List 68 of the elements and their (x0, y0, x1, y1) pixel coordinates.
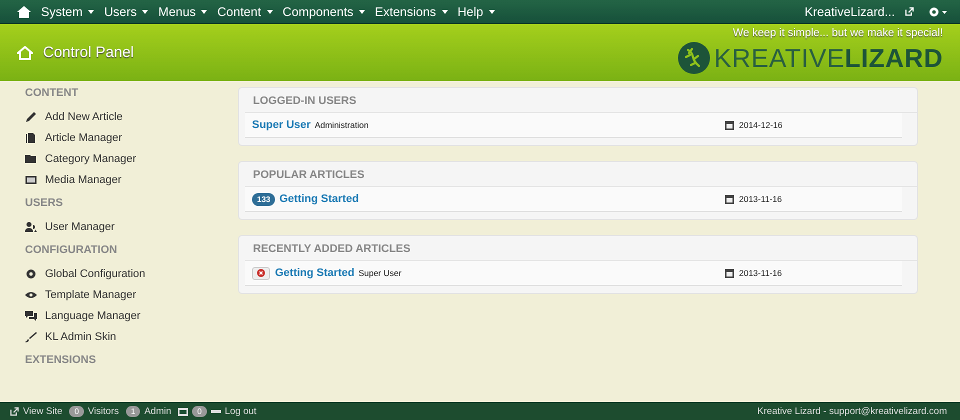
item-link[interactable]: Super User (252, 119, 311, 131)
sidebar-link[interactable]: User Manager (25, 216, 238, 237)
item-link[interactable]: Getting Started (275, 267, 354, 279)
folder-icon (25, 152, 37, 164)
sidebar-link[interactable]: Add New Article (25, 106, 238, 127)
contact-text: Kreative Lizard - support@kreativelizard.com (757, 406, 947, 417)
menu-item[interactable]: Content (217, 4, 273, 18)
item-note: Administration (314, 120, 369, 130)
external-link-icon (905, 7, 914, 16)
home-icon[interactable] (17, 6, 31, 18)
sidebar-link[interactable]: Language Manager (25, 305, 238, 326)
brush-icon (25, 330, 37, 342)
visitors-label: Visitors (88, 406, 119, 417)
envelope-icon[interactable] (178, 408, 188, 416)
sidebar-link[interactable]: Media Manager (25, 169, 238, 190)
menu-item[interactable]: Help (458, 4, 495, 18)
item-link[interactable]: Getting Started (279, 193, 359, 205)
menu-item[interactable]: Users (104, 4, 148, 18)
home-outline-icon (17, 46, 33, 60)
caret-icon (442, 10, 448, 14)
settings-icon[interactable] (928, 6, 948, 18)
close-icon (257, 269, 265, 277)
pages-icon (25, 132, 37, 144)
caret-icon (358, 10, 365, 14)
page-title: Control Panel (43, 44, 134, 61)
sidebar-link[interactable]: Template Manager (25, 284, 238, 305)
caret-icon (488, 10, 495, 14)
unpublished-toggle[interactable] (252, 266, 270, 280)
logout-link[interactable]: Log out (224, 406, 256, 417)
logo-text: KREATIVELIZARD (714, 43, 943, 73)
item-note: Super User (358, 268, 402, 278)
user-icon (25, 220, 37, 232)
sidebar-link[interactable]: KL Admin Skin (25, 326, 238, 347)
view-site-link[interactable]: View Site (23, 406, 62, 417)
menu-item[interactable]: Components (282, 4, 365, 18)
item-date: 2013-11-16 (739, 268, 782, 278)
caret-icon (201, 10, 208, 14)
admin-label: Admin (144, 406, 172, 417)
sidebar-link[interactable]: Category Manager (25, 148, 238, 169)
hits-badge: 133 (252, 192, 276, 206)
item-date: 2013-11-16 (739, 194, 782, 204)
calendar-icon (725, 194, 734, 204)
minus-icon (210, 410, 221, 413)
lizard-logo-icon (678, 42, 710, 74)
caret-icon (142, 10, 148, 14)
sidebar-link[interactable]: Article Manager (25, 127, 238, 148)
count-badge: 0 (192, 406, 207, 417)
count-badge: 0 (69, 406, 84, 417)
count-badge: 1 (126, 406, 140, 417)
external-link-icon (10, 407, 19, 416)
calendar-icon (725, 120, 734, 130)
menu-item[interactable]: System (41, 4, 94, 18)
pencil-icon (25, 110, 37, 122)
section-heading: CONFIGURATION (25, 244, 118, 256)
menu-item[interactable]: Extensions (374, 4, 448, 18)
chat-icon (25, 310, 37, 322)
section-heading: EXTENSIONS (25, 354, 97, 366)
item-date: 2014-12-16 (739, 120, 782, 130)
image-icon (25, 174, 37, 186)
menu-item[interactable]: Menus (158, 4, 208, 18)
section-heading: CONTENT (25, 87, 80, 99)
tagline: We keep it simple... but we make it special! (732, 27, 943, 39)
sidebar-link[interactable]: Global Configuration (25, 263, 238, 284)
calendar-icon (725, 268, 734, 278)
site-link[interactable]: KreativeLizard... (804, 4, 895, 18)
section-heading: USERS (25, 197, 64, 209)
caret-icon (266, 10, 273, 14)
caret-icon (88, 10, 94, 14)
